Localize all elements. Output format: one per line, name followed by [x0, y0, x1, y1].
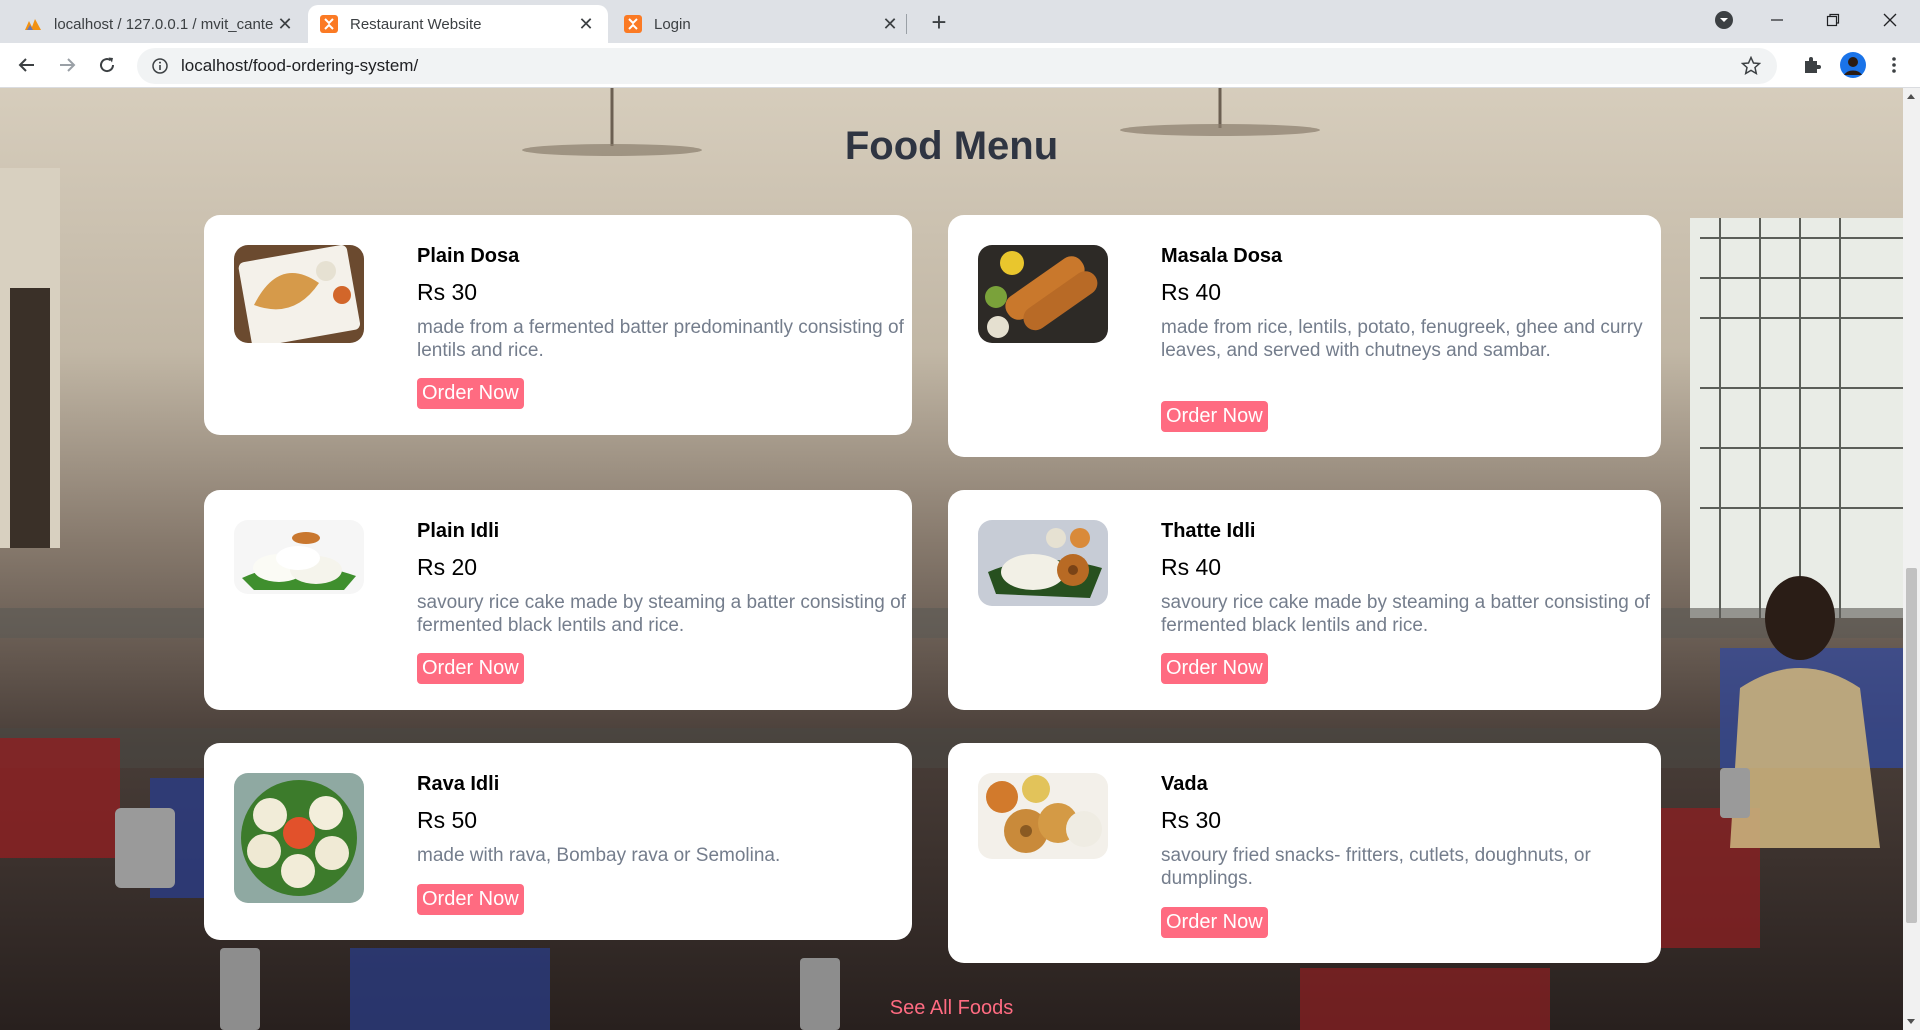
browser-toolbar: localhost/food-ordering-system/ [0, 43, 1920, 88]
food-card: Plain Dosa Rs 30 made from a fermented b… [204, 215, 912, 435]
minimize-icon [1771, 19, 1783, 21]
food-name: Rava Idli [417, 773, 500, 795]
close-icon[interactable]: ✕ [576, 14, 596, 35]
food-card: Masala Dosa Rs 40 made from rice, lentil… [948, 215, 1661, 457]
food-price: Rs 30 [1161, 807, 1222, 833]
food-price: Rs 40 [1161, 554, 1222, 580]
back-button[interactable] [11, 49, 43, 81]
profile-button[interactable] [1839, 51, 1867, 79]
arrow-right-icon [60, 58, 76, 72]
restore-icon [1826, 13, 1840, 27]
order-now-button[interactable]: Order Now [417, 378, 524, 409]
close-icon[interactable]: ✕ [880, 14, 900, 35]
food-description: savoury fried snacks- fritters, cutlets,… [1161, 845, 1591, 889]
food-price: Rs 40 [1161, 279, 1222, 305]
tab-separator [906, 14, 907, 34]
info-icon[interactable] [152, 58, 168, 74]
food-price: Rs 20 [417, 554, 478, 580]
page-title: Food Menu [844, 124, 1059, 168]
address-bar[interactable]: localhost/food-ordering-system/ [137, 48, 1777, 84]
food-price: Rs 50 [417, 807, 478, 833]
tab-title: Restaurant Website [350, 15, 482, 33]
food-name: Thatte Idli [1161, 520, 1256, 542]
order-now-button[interactable]: Order Now [1161, 907, 1268, 938]
tab-search-button[interactable] [1699, 0, 1749, 40]
arrow-left-icon [18, 58, 34, 72]
food-name: Plain Dosa [417, 245, 520, 267]
minimize-button[interactable] [1752, 0, 1802, 40]
food-image-plain-dosa [234, 245, 364, 343]
extensions-button[interactable] [1798, 51, 1826, 79]
xampp-icon [320, 15, 338, 33]
scroll-up-arrow-icon[interactable] [1907, 94, 1915, 99]
order-now-button[interactable]: Order Now [417, 884, 524, 915]
forward-button[interactable] [51, 49, 83, 81]
food-image-plain-idli [234, 520, 364, 594]
food-name: Masala Dosa [1161, 245, 1283, 267]
new-tab-button[interactable]: + [923, 7, 955, 39]
page-scrollbar[interactable] [1903, 88, 1920, 1030]
close-icon[interactable]: ✕ [275, 14, 295, 35]
food-card: Vada Rs 30 savoury fried snacks- fritter… [948, 743, 1661, 963]
food-image-masala-dosa [978, 245, 1108, 343]
food-name: Plain Idli [417, 520, 500, 542]
food-description: savoury rice cake made by steaming a bat… [1161, 592, 1650, 636]
food-image-thatte-idli [978, 520, 1108, 606]
see-all-foods-link[interactable]: See All Foods [0, 997, 1903, 1020]
food-description: made with rava, Bombay rava or Semolina. [417, 845, 781, 866]
food-description: savoury rice cake made by steaming a bat… [417, 592, 906, 636]
order-now-button[interactable]: Order Now [1161, 653, 1268, 684]
avatar [1840, 52, 1866, 78]
chevron-down-icon [1715, 11, 1733, 29]
reload-button[interactable] [91, 49, 123, 81]
food-card: Thatte Idli Rs 40 savoury rice cake made… [948, 490, 1661, 710]
food-card: Rava Idli Rs 50 made with rava, Bombay r… [204, 743, 912, 940]
browser-menu-button[interactable] [1880, 51, 1908, 79]
scrollbar-thumb[interactable] [1906, 568, 1917, 923]
food-image-vada [978, 773, 1108, 859]
tab-title: localhost / 127.0.0.1 / mvit_cante [54, 15, 274, 33]
food-name: Vada [1161, 773, 1208, 795]
star-icon[interactable] [1741, 56, 1761, 76]
food-card: Plain Idli Rs 20 savoury rice cake made … [204, 490, 912, 710]
food-image-rava-idli [234, 773, 364, 903]
puzzle-icon [1805, 57, 1821, 73]
food-description: made from a fermented batter predominant… [417, 317, 904, 361]
food-price: Rs 30 [417, 279, 478, 305]
food-description: made from rice, lentils, potato, fenugre… [1161, 317, 1643, 361]
tab-login[interactable]: Login ✕ [612, 5, 912, 43]
close-window-button[interactable] [1865, 0, 1915, 40]
scroll-down-arrow-icon[interactable] [1907, 1019, 1915, 1024]
reload-icon [100, 57, 115, 73]
tab-strip: localhost / 127.0.0.1 / mvit_cante ✕ Res… [0, 0, 1920, 43]
xampp-icon [624, 15, 642, 33]
tab-phpmyadmin[interactable]: localhost / 127.0.0.1 / mvit_cante ✕ [12, 5, 307, 43]
order-now-button[interactable]: Order Now [417, 653, 524, 684]
maximize-button[interactable] [1808, 0, 1858, 40]
url-text[interactable]: localhost/food-ordering-system/ [181, 56, 418, 76]
more-vertical-icon [1892, 57, 1896, 73]
page-viewport: Food Menu Plain Dosa Rs 30 made from a f… [0, 88, 1903, 1030]
tab-title: Login [654, 15, 691, 33]
phpmyadmin-icon [25, 19, 41, 30]
close-icon [1883, 13, 1897, 27]
tab-restaurant-website[interactable]: Restaurant Website ✕ [308, 5, 608, 43]
order-now-button[interactable]: Order Now [1161, 401, 1268, 432]
